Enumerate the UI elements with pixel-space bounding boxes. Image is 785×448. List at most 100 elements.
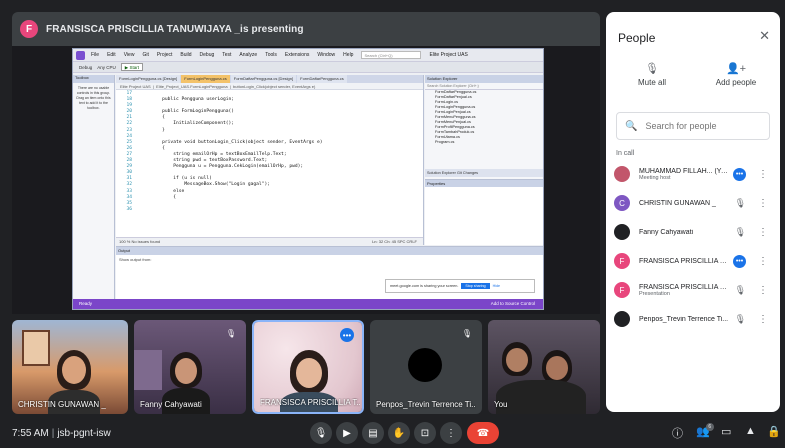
code-line: 36	[116, 207, 423, 213]
chat-icon: ▭	[721, 426, 732, 438]
visual-studio-window: File Edit View Git Project Build Debug Test Anal…	[72, 48, 544, 310]
activities-icon: ▲	[745, 425, 756, 437]
more-vertical-icon[interactable]: ⋮	[758, 314, 768, 325]
people-panel: People ✕ 🎙 Mute all 👤+ Add people 🔍 In c…	[606, 12, 780, 412]
participant-name: Penpos_Trevin Terrence Ti...	[376, 400, 476, 409]
more-vertical-icon[interactable]: ⋮	[758, 198, 768, 209]
chat-button[interactable]: ▭	[721, 425, 731, 438]
speaking-icon: •••	[340, 328, 354, 342]
participant-row[interactable]: F FRANSISCA PRISCILLIA TA... Presentation 🎙…	[614, 278, 776, 302]
properties-title: Properties	[425, 180, 543, 187]
add-people-button[interactable]: 👤+ Add people	[706, 62, 766, 87]
vs-menu-item: Test	[222, 52, 232, 58]
editor-zoom-status: 100 % No issues found	[119, 239, 161, 244]
participant-row[interactable]: C CHRISTIN GUNAWAN _ 🎙 ⋮	[614, 191, 776, 215]
vs-solution-explorer: Solution Explorer Search Solution Explor…	[425, 75, 543, 245]
participant-avatar: F	[614, 253, 630, 269]
solution-tabs: Solution Explorer Git Changes	[425, 169, 543, 177]
participant-avatar: C	[614, 195, 630, 211]
participant-tile[interactable]: 🎙 Penpos_Trevin Terrence Ti...	[370, 320, 482, 414]
mute-all-button[interactable]: 🎙 Mute all	[622, 62, 682, 87]
people-panel-title: People	[618, 31, 656, 45]
raise-hand-button[interactable]: ✋	[388, 422, 410, 444]
in-call-section-label: In call	[616, 150, 635, 157]
solution-explorer-title: Solution Explorer	[425, 75, 543, 83]
presenting-banner: F FRANSISCA PRISCILLIA TANUWIJAYA _is pr…	[12, 12, 600, 46]
participant-row[interactable]: Penpos_Trevin Terrence Ti... 🎙 ⋮	[614, 307, 776, 331]
participant-name: Fanny Cahyawati	[639, 228, 694, 236]
vs-menu-item: Extensions	[284, 52, 310, 58]
vs-editor-tab: FormLoginPengguna.cs [Design]	[116, 75, 181, 83]
screen-share-notification: meet.google.com is sharing your screen. …	[385, 279, 535, 293]
nav-project: Elite Project UAS	[120, 84, 151, 89]
more-vertical-icon[interactable]: ⋮	[758, 285, 768, 296]
microphone-icon: 🎙	[314, 427, 328, 439]
vs-output-panel: Output Show output from: meet.google.com…	[116, 246, 543, 299]
participant-tile[interactable]: You	[488, 320, 600, 414]
mic-off-icon: 🎙	[734, 226, 746, 237]
participant-avatar	[408, 348, 442, 382]
vs-config-select: Debug	[79, 64, 93, 70]
stop-sharing-button: Stop sharing	[461, 283, 490, 289]
leave-call-button[interactable]: ☎	[467, 422, 499, 444]
participant-tile[interactable]: ••• FRANSISCA PRISCILLIA T...	[252, 320, 364, 414]
participant-row[interactable]: MUHAMMAD FILLAH... (You) Meeting host ••• ⋮	[614, 162, 776, 186]
participant-row[interactable]: Fanny Cahyawati 🎙 ⋮	[614, 220, 776, 244]
captions-icon: ▤	[368, 427, 378, 439]
vs-source-control: Add to Source Control	[490, 301, 535, 306]
participant-name: Fanny Cahyawati	[140, 400, 202, 409]
present-button[interactable]: ⊡	[414, 422, 436, 444]
hide-button: Hide	[492, 284, 500, 288]
more-vertical-icon[interactable]: ⋮	[758, 169, 768, 180]
participant-role: Meeting host	[639, 174, 671, 181]
vs-menubar: File Edit View Git Project Build Debug Test Anal…	[73, 49, 543, 61]
nav-method: buttonLogin_Click(object sender, EventAr…	[233, 84, 316, 89]
output-title: Output	[116, 247, 543, 255]
more-vertical-icon[interactable]: ⋮	[758, 227, 768, 238]
presenter-avatar: F	[20, 20, 38, 38]
host-controls-button[interactable]: 🔒	[767, 425, 781, 438]
vs-menu-item: Help	[343, 52, 354, 58]
more-vertical-icon: ⋮	[446, 427, 456, 439]
vs-statusbar: Ready Add to Source Control	[73, 299, 543, 309]
camera-button[interactable]: ▶	[336, 422, 358, 444]
vs-menu-item: Build	[180, 52, 192, 58]
participant-row[interactable]: F FRANSISCA PRISCILLIA TA... ••• ⋮	[614, 249, 776, 273]
mic-button[interactable]: 🎙	[310, 422, 332, 444]
vs-menu-item: Analyze	[239, 52, 258, 58]
more-vertical-icon[interactable]: ⋮	[758, 256, 768, 267]
people-button[interactable]: 👥 6	[696, 423, 714, 438]
code-text: }	[140, 127, 165, 133]
vs-status-ready: Ready	[79, 301, 93, 306]
add-person-icon: 👤+	[725, 63, 747, 75]
nav-class: Elite_Project_UAS.FormLoginPengguna	[156, 84, 228, 89]
hand-icon: ✋	[392, 427, 406, 439]
participant-avatar	[614, 224, 630, 240]
participant-role: Presentation	[639, 290, 670, 297]
people-search[interactable]: 🔍	[616, 112, 770, 140]
mic-off-icon: 🎙	[461, 328, 473, 338]
people-search-input[interactable]	[645, 121, 756, 131]
info-button[interactable]: ⓘ	[672, 425, 683, 441]
close-icon[interactable]: ✕	[759, 28, 770, 44]
lock-icon: 🔒	[767, 426, 781, 438]
speaking-icon: •••	[733, 254, 746, 268]
vs-menu-item: Edit	[107, 52, 116, 58]
code-text: private void buttonLogin_Click(object se…	[140, 139, 323, 145]
vs-menu-item: File	[91, 52, 100, 58]
participant-tile[interactable]: CHRISTIN GUNAWAN _	[12, 320, 128, 414]
vs-menu-item: View	[123, 52, 135, 58]
participant-name: CHRISTIN GUNAWAN _	[639, 199, 716, 207]
vs-toolbar: Debug Any CPU ▶ Start	[73, 61, 543, 73]
vs-toolbox: Toolbox There are no usable controls in …	[73, 75, 115, 299]
participant-name: FRANSISCA PRISCILLIA T...	[260, 398, 360, 407]
mute-all-label: Mute all	[637, 78, 666, 87]
vs-editor-tab: FormDaftarPengguna.cs [Design]	[230, 75, 297, 83]
more-options-button[interactable]: ⋮	[440, 422, 462, 444]
solution-file-list: FormDaftarPengguna.cs FormDaftarPenjual.c…	[425, 90, 543, 145]
camera-icon: ▶	[343, 427, 351, 439]
solution-file-item: Program.cs	[435, 140, 455, 144]
captions-button[interactable]: ▤	[362, 422, 384, 444]
participant-tile[interactable]: 🎙 Fanny Cahyawati	[134, 320, 246, 414]
activities-button[interactable]: ▲	[745, 425, 756, 437]
